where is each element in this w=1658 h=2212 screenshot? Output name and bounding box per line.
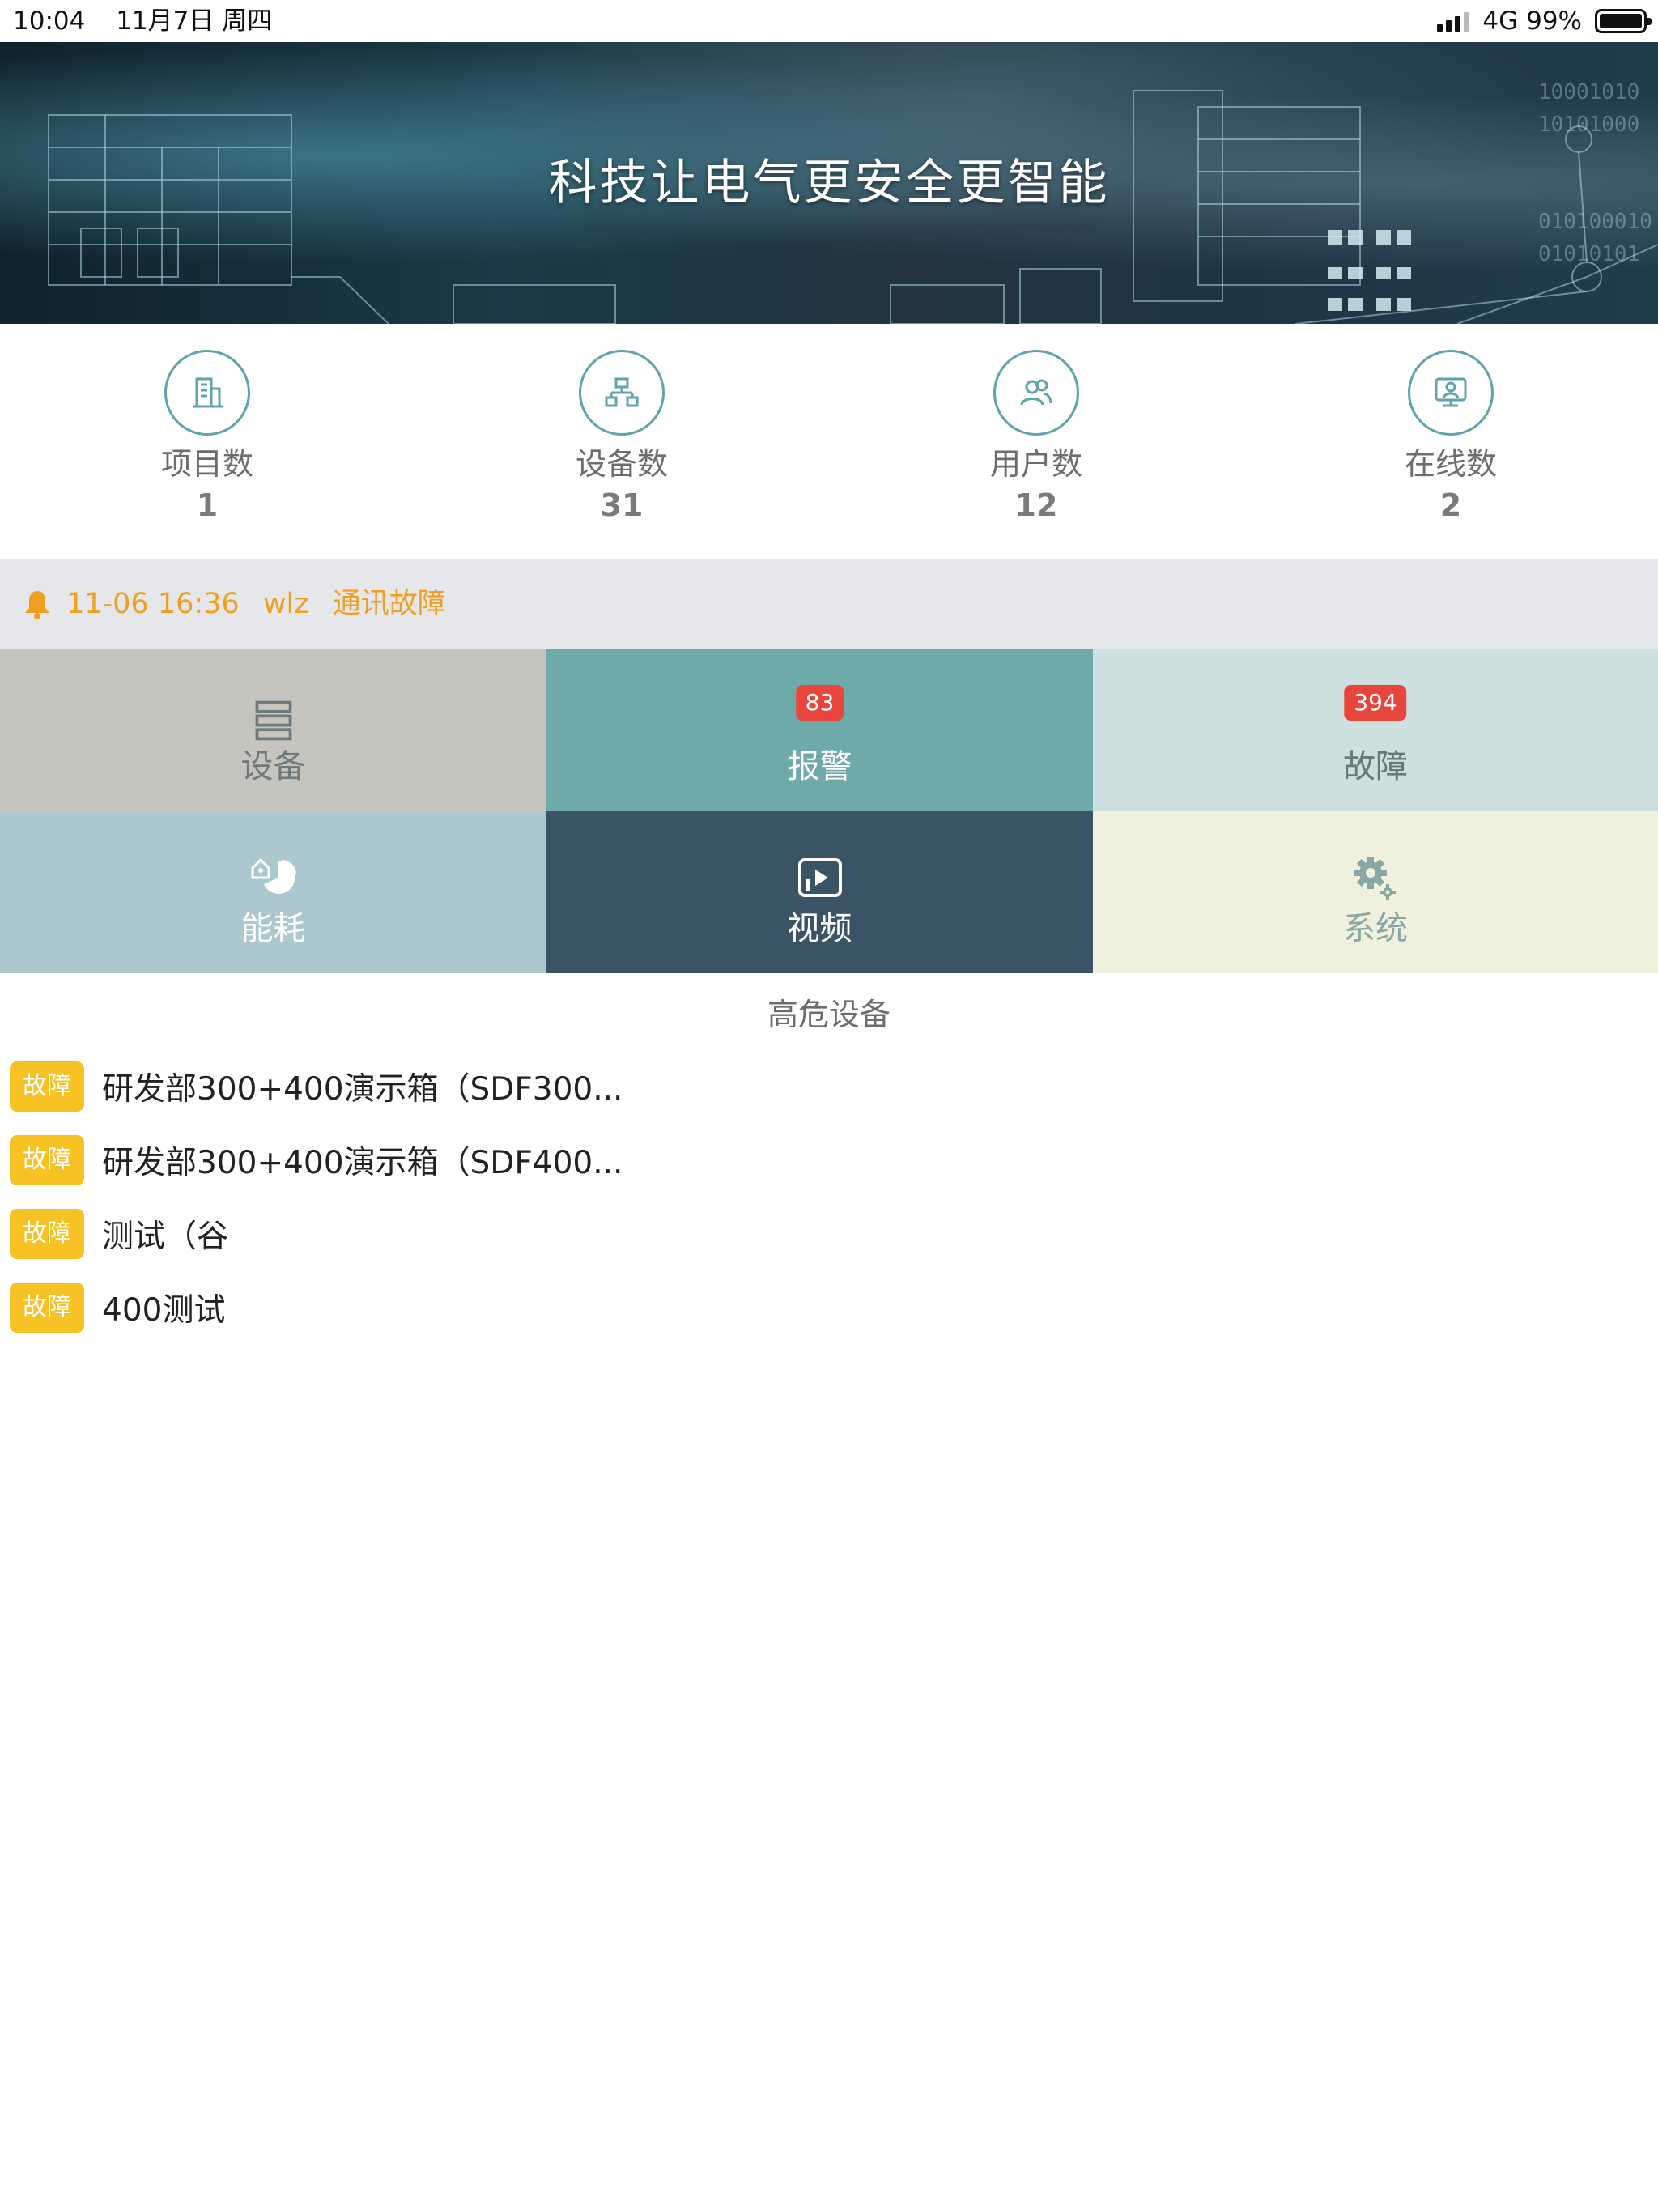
alert-user: wlz <box>262 588 309 620</box>
status-bar: 10:04 11月7日 周四 4G 99% <box>0 0 1658 42</box>
list-item[interactable]: 故障 研发部300+400演示箱（SDF400... <box>10 1134 623 1186</box>
bell-icon <box>25 591 49 619</box>
tile-label: 系统 <box>1343 910 1408 947</box>
tile-faults[interactable]: 394 故障 <box>1093 649 1658 811</box>
stat-value: 1 <box>196 487 219 523</box>
energy-pie-icon <box>251 857 296 894</box>
latest-alert-bar[interactable]: 11-06 16:36 wlz 通讯故障 <box>0 559 1658 649</box>
stat-value: 31 <box>600 487 644 523</box>
tile-label: 故障 <box>1343 748 1408 785</box>
home-screen: 10:04 11月7日 周四 4G 99% 10001010 10101000 … <box>0 0 1658 2212</box>
video-play-icon <box>797 858 842 897</box>
fault-tag: 故障 <box>10 1209 84 1259</box>
battery-percent: 99% <box>1526 6 1582 36</box>
stats-row: 项目数 1 设备数 31 用户数 12 在线数 2 <box>0 324 1658 559</box>
list-item[interactable]: 故障 研发部300+400演示箱（SDF300... <box>10 1061 623 1112</box>
stat-users[interactable]: 用户数 12 <box>829 324 1244 559</box>
tile-system[interactable]: 系统 <box>1093 811 1658 973</box>
battery-icon <box>1595 9 1652 33</box>
device-list-icon <box>255 700 291 741</box>
tile-video[interactable]: 视频 <box>546 811 1093 973</box>
alarm-count-badge: 83 <box>795 685 844 721</box>
fault-tag: 故障 <box>10 1061 84 1112</box>
device-name: 研发部300+400演示箱（SDF400... <box>102 1145 623 1181</box>
online-monitor-icon <box>1408 350 1494 436</box>
fault-count-badge: 394 <box>1344 685 1407 721</box>
tile-label: 设备 <box>240 748 306 785</box>
tile-devices[interactable]: 设备 <box>0 649 546 811</box>
stat-value: 12 <box>1014 487 1058 523</box>
banner-title: 科技让电气更安全更智能 <box>548 155 1110 211</box>
menu-tiles: 设备 83 报警 394 故障 能耗 视频 系统 <box>0 649 1658 973</box>
device-name: 测试（谷 <box>102 1219 229 1255</box>
network-tree-icon <box>579 350 665 436</box>
tile-label: 报警 <box>787 748 852 785</box>
stat-label: 用户数 <box>989 446 1082 482</box>
network-type: 4G <box>1482 6 1519 36</box>
users-icon <box>993 350 1079 436</box>
stat-value: 2 <box>1439 487 1462 523</box>
signal-icon <box>1437 11 1470 32</box>
list-item[interactable]: 故障 400测试 <box>10 1282 225 1334</box>
stat-online[interactable]: 在线数 2 <box>1244 324 1658 559</box>
tile-alarms[interactable]: 83 报警 <box>546 649 1093 811</box>
banner: 10001010 10101000 010100010 01010101 科技让电气… <box>0 42 1658 324</box>
list-item[interactable]: 故障 测试（谷 <box>10 1208 228 1260</box>
alert-time: 11-06 16:36 <box>66 588 240 620</box>
device-name: 400测试 <box>102 1292 226 1329</box>
device-name: 研发部300+400演示箱（SDF300... <box>102 1071 623 1108</box>
tile-label: 视频 <box>787 910 852 947</box>
alert-message: 通讯故障 <box>332 588 446 620</box>
status-date: 11月7日 周四 <box>116 6 273 36</box>
settings-gear-icon <box>1354 857 1396 900</box>
stat-label: 设备数 <box>575 446 668 482</box>
high-risk-title: 高危设备 <box>767 997 891 1032</box>
stat-label: 项目数 <box>160 446 253 482</box>
tile-energy[interactable]: 能耗 <box>0 811 546 973</box>
building-icon <box>164 350 250 436</box>
status-time: 10:04 <box>13 6 86 36</box>
tile-label: 能耗 <box>240 910 306 947</box>
stat-label: 在线数 <box>1404 446 1497 482</box>
stat-projects[interactable]: 项目数 1 <box>0 324 414 559</box>
alert-text: 11-06 16:36 wlz 通讯故障 <box>66 559 461 649</box>
stat-devices[interactable]: 设备数 31 <box>414 324 829 559</box>
fault-tag: 故障 <box>10 1283 84 1333</box>
fault-tag: 故障 <box>10 1135 84 1185</box>
